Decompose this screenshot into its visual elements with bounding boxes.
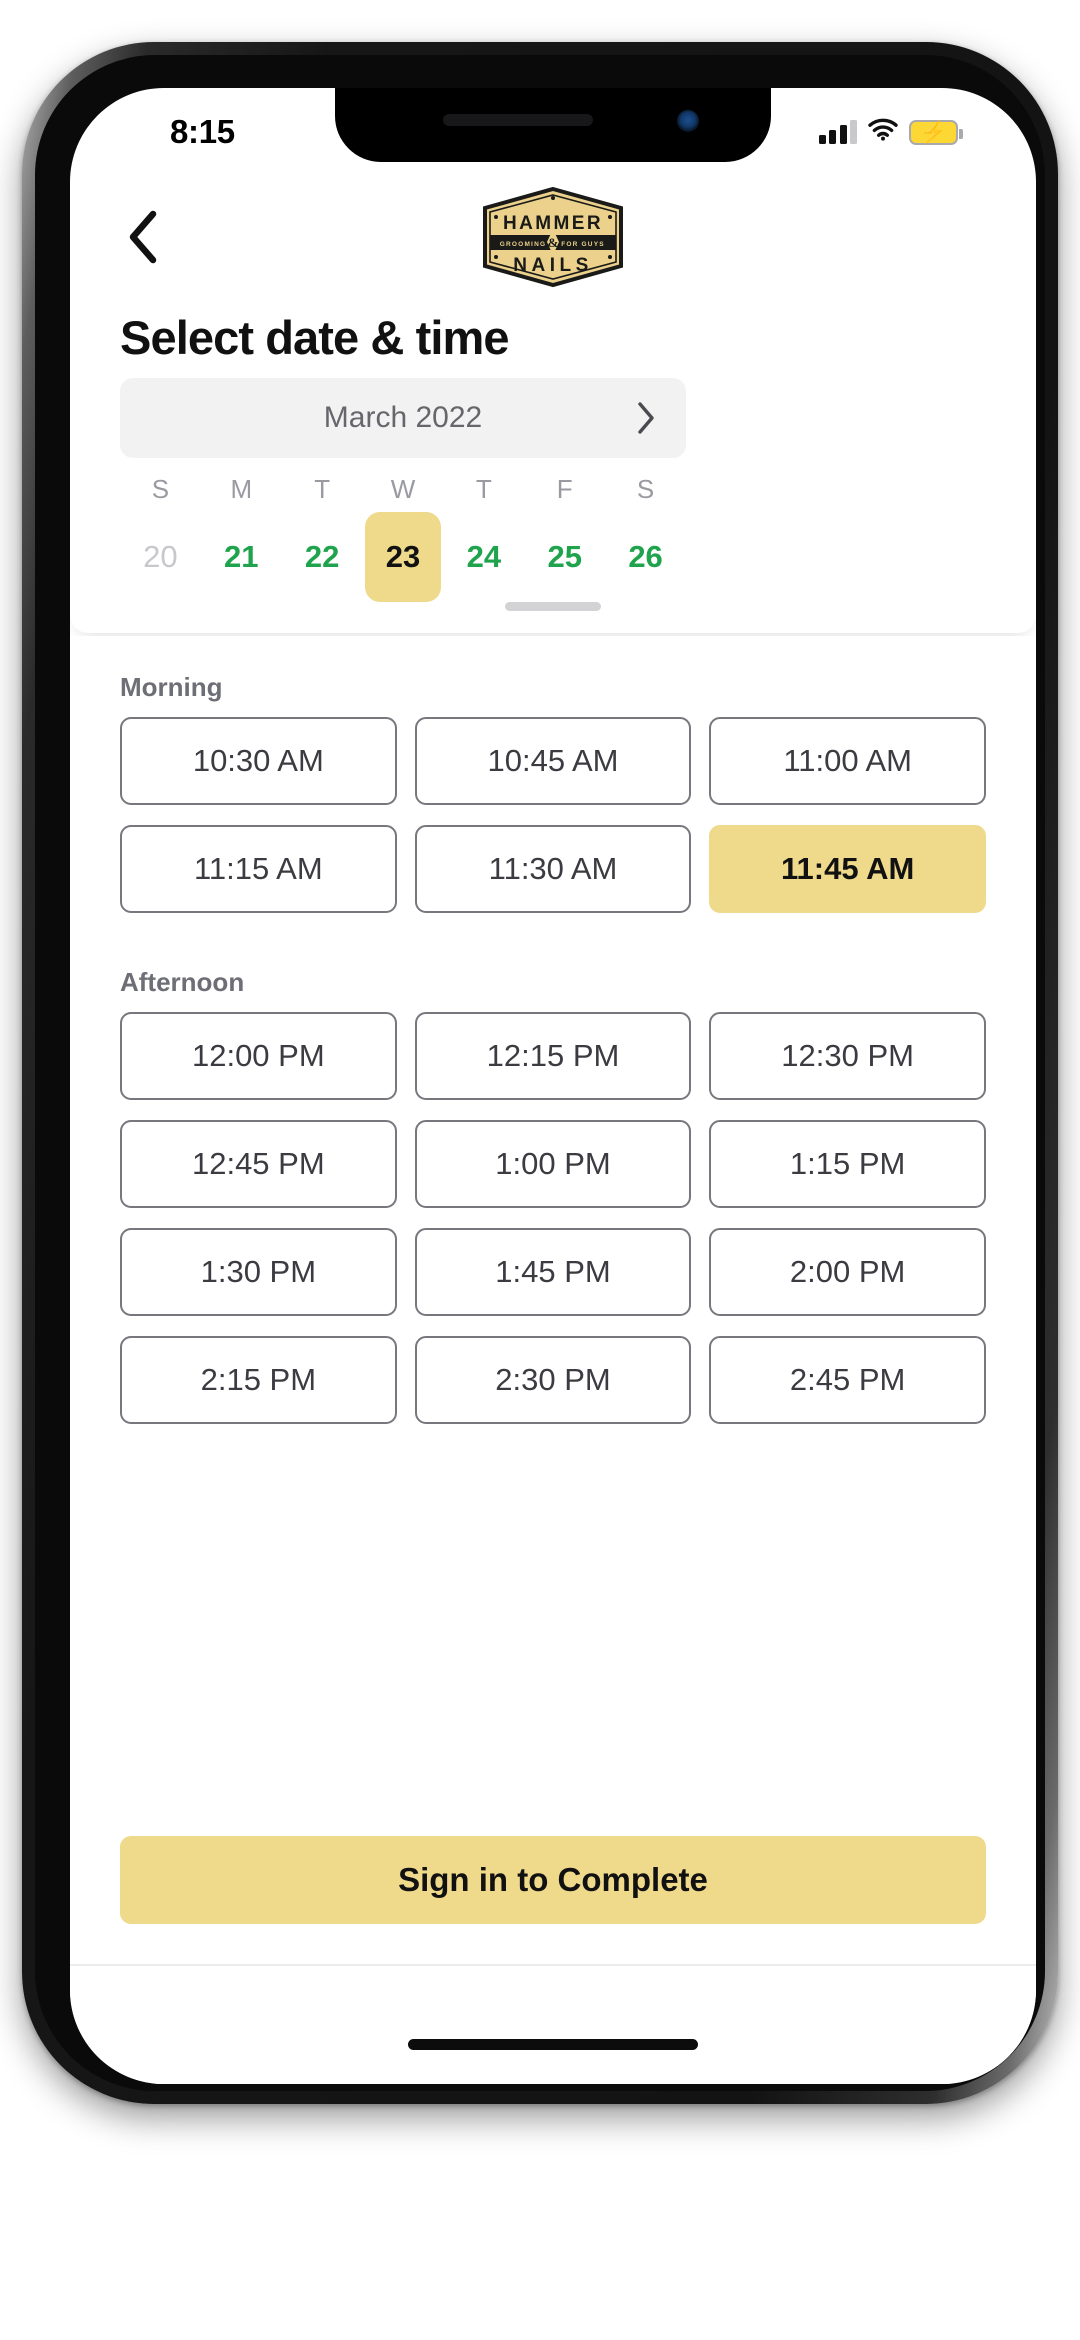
svg-text:&: & <box>548 235 559 250</box>
time-slot[interactable]: 12:00 PM <box>120 1012 397 1100</box>
date-cell-20: 20 <box>120 518 201 596</box>
home-indicator[interactable] <box>408 2039 698 2050</box>
page-title: Select date & time <box>120 311 510 364</box>
date-cell-23[interactable]: 23 <box>363 518 444 596</box>
date-cell-label: 23 <box>385 539 421 574</box>
date-cell-label: 26 <box>628 539 663 574</box>
date-cell-label: 22 <box>304 539 340 574</box>
weekday-label: T <box>475 474 492 504</box>
time-slot[interactable]: 12:30 PM <box>709 1012 986 1100</box>
app-header: HAMMER GROOMING FOR GUYS & NAILS <box>70 174 1036 300</box>
time-slot[interactable]: 12:15 PM <box>414 1012 692 1100</box>
status-time: 8:15 <box>170 113 235 150</box>
time-slot[interactable]: 1:45 PM <box>414 1228 692 1316</box>
weekday-label: M <box>230 474 253 504</box>
month-label: March 2022 <box>323 401 483 434</box>
time-slot[interactable]: 11:15 AM <box>120 825 397 913</box>
date-strip: 20 21 22 23 24 25 26 <box>120 518 686 596</box>
afternoon-slot-grid: 12:00 PM 12:15 PM 12:30 PM 12:45 PM 1:00 PM 1… <box>70 1012 1036 1424</box>
date-cell-label: 25 <box>547 539 582 574</box>
date-cell-26[interactable]: 26 <box>605 518 686 596</box>
sign-in-to-complete-button[interactable]: Sign in to Complete <box>120 1836 986 1924</box>
date-cell-label: 21 <box>224 539 259 574</box>
svg-text:NAILS: NAILS <box>513 255 593 276</box>
weekday-label: S <box>151 474 170 504</box>
back-button[interactable] <box>106 200 180 274</box>
date-cell-label: 24 <box>466 539 502 574</box>
time-slot[interactable]: 11:45 AM <box>709 825 986 913</box>
cellular-signal-icon <box>818 120 857 144</box>
cta-container: Sign in to Complete <box>70 1836 1036 1924</box>
weekday-label: W <box>390 474 416 504</box>
date-cell-21[interactable]: 21 <box>201 518 282 596</box>
chevron-left-icon <box>129 210 157 264</box>
time-slot[interactable]: 1:30 PM <box>120 1228 397 1316</box>
svg-text:FOR GUYS: FOR GUYS <box>561 241 605 248</box>
time-slot[interactable]: 1:15 PM <box>709 1120 986 1208</box>
earpiece-speaker <box>443 114 593 126</box>
time-slot[interactable]: 11:00 AM <box>709 717 986 805</box>
weekday-header-row: SMTWTFS <box>120 474 686 505</box>
time-slot[interactable]: 11:30 AM <box>414 825 692 913</box>
morning-section-label: Morning <box>120 672 223 702</box>
status-indicators: ⚡ <box>818 118 963 146</box>
date-cell-24[interactable]: 24 <box>443 518 524 596</box>
afternoon-section-label: Afternoon <box>120 967 245 997</box>
time-slot[interactable]: 10:45 AM <box>414 717 692 805</box>
battery-charging-icon: ⚡ <box>909 119 963 145</box>
calendar-drag-handle[interactable] <box>505 602 601 611</box>
bottom-divider <box>70 1964 1036 1966</box>
time-slot[interactable]: 2:15 PM <box>120 1336 397 1424</box>
time-slot[interactable]: 2:00 PM <box>709 1228 986 1316</box>
date-cell-label: 20 <box>143 539 178 574</box>
hammer-and-nails-logo: HAMMER GROOMING FOR GUYS & NAILS <box>473 186 633 288</box>
calendar-card: March 2022 S M T W T F S 20 21 22 23 24 25 26 <box>70 378 1036 633</box>
month-next-button[interactable] <box>624 396 668 440</box>
notch <box>335 88 771 162</box>
svg-text:GROOMING: GROOMING <box>500 241 546 248</box>
wifi-icon <box>868 118 898 146</box>
weekday-label: S <box>636 474 655 504</box>
front-camera-icon <box>677 110 699 132</box>
time-slot[interactable]: 2:45 PM <box>709 1336 986 1424</box>
month-selector[interactable]: March 2022 <box>120 378 686 458</box>
date-cell-22[interactable]: 22 <box>282 518 363 596</box>
phone-bezel: 8:15 ⚡ HAMMER GROOMING FOR GUYS & NAILS … <box>35 55 1045 2091</box>
weekday-label: F <box>556 474 573 504</box>
time-slot[interactable]: 12:45 PM <box>120 1120 397 1208</box>
phone-frame: 8:15 ⚡ HAMMER GROOMING FOR GUYS & NAILS … <box>22 42 1058 2104</box>
time-slot[interactable]: 10:30 AM <box>120 717 397 805</box>
time-slot[interactable]: 2:30 PM <box>414 1336 692 1424</box>
phone-screen: 8:15 ⚡ HAMMER GROOMING FOR GUYS & NAILS … <box>70 88 1036 2084</box>
time-slot[interactable]: 1:00 PM <box>414 1120 692 1208</box>
lightning-bolt-icon: ⚡ <box>920 120 947 144</box>
weekday-label: T <box>314 474 331 504</box>
date-cell-25[interactable]: 25 <box>524 518 605 596</box>
morning-slot-grid: 10:30 AM 10:45 AM 11:00 AM 11:15 AM 11:30 AM… <box>70 717 1036 913</box>
chevron-right-icon <box>638 402 654 434</box>
